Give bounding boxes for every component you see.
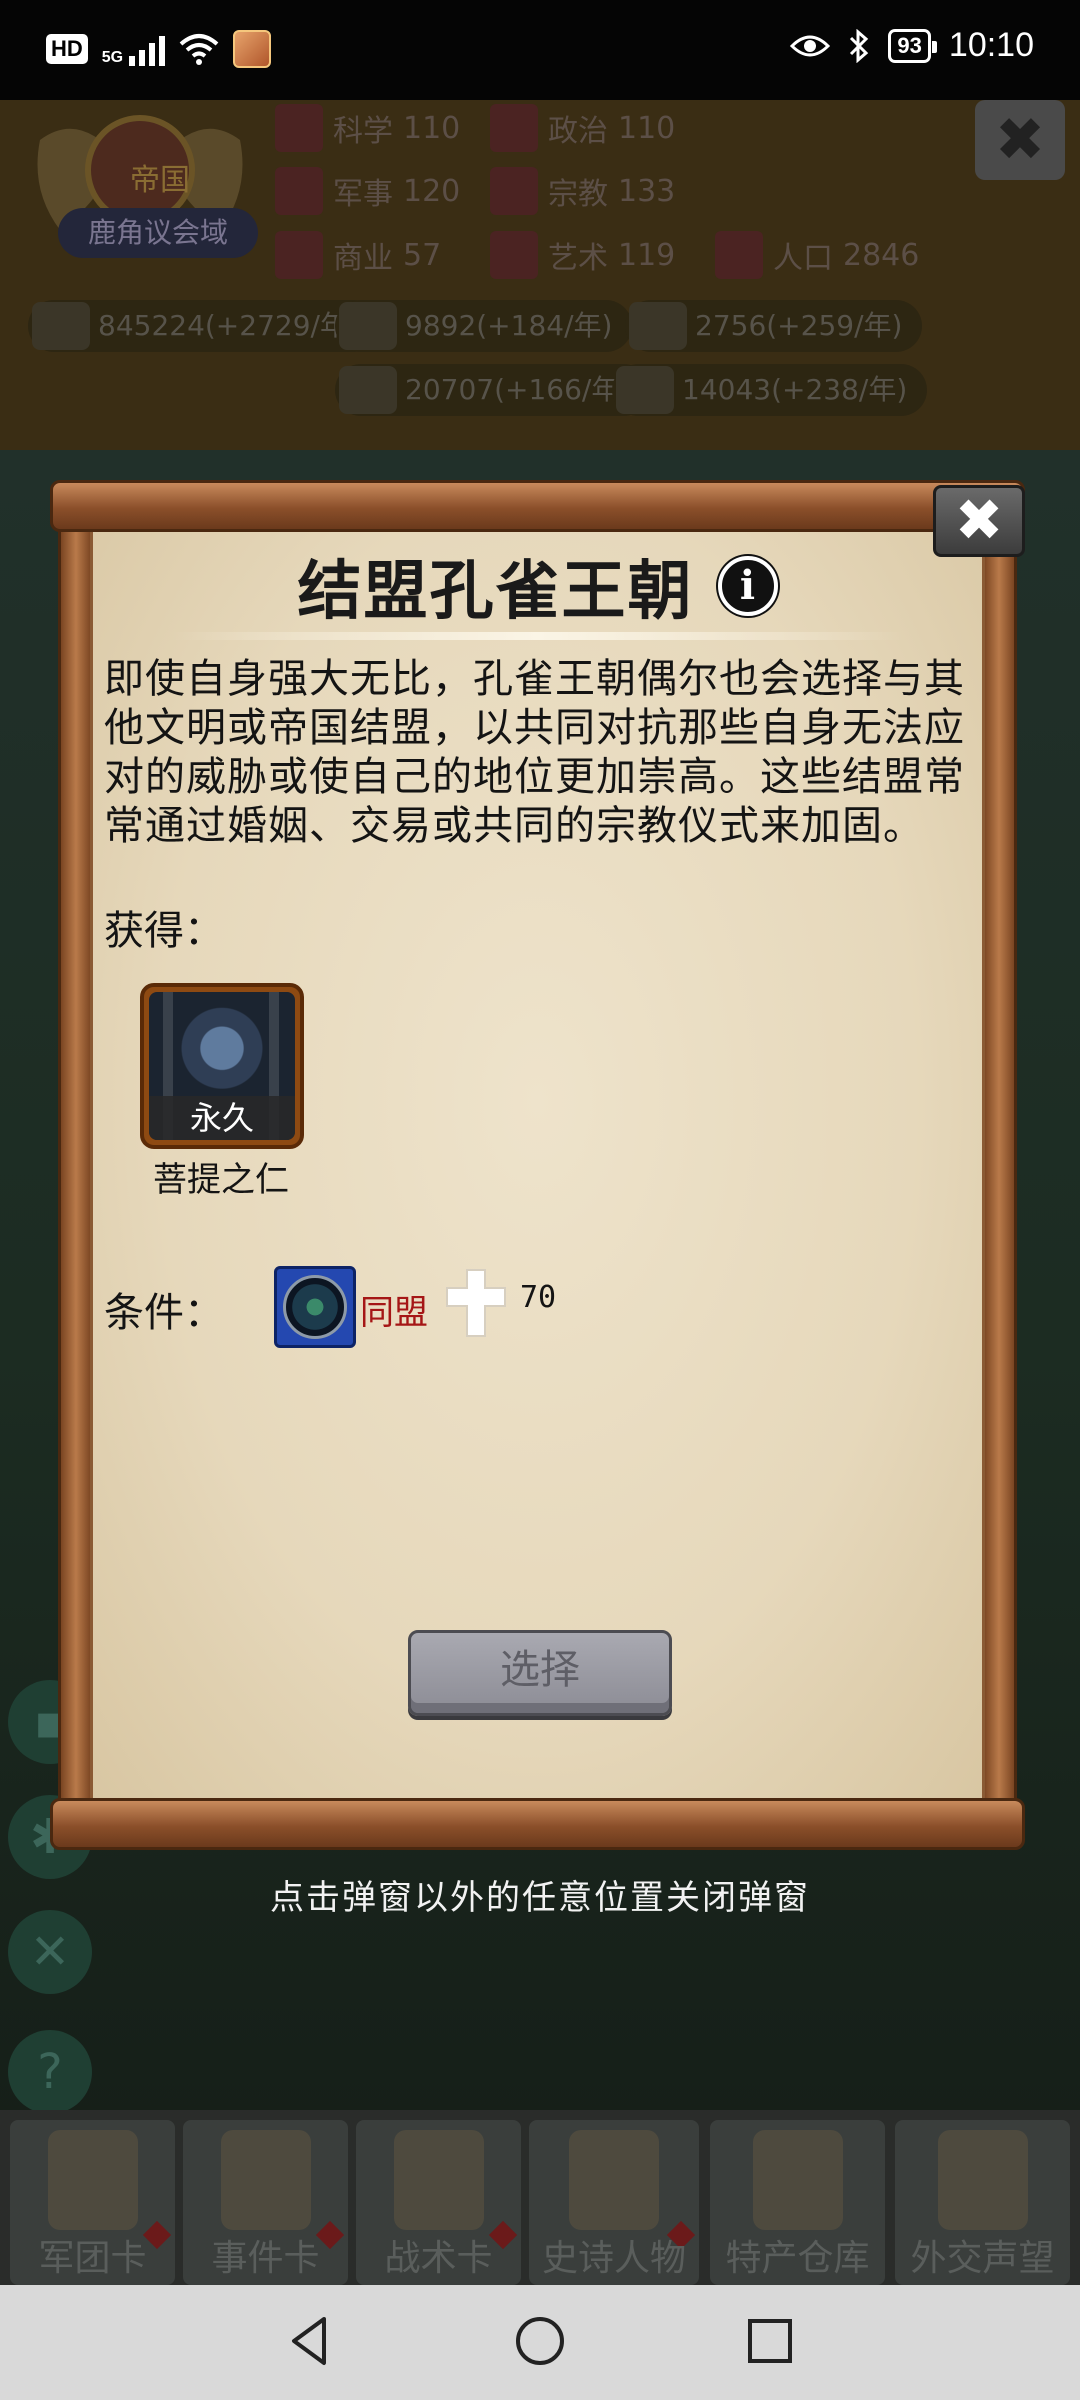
back-icon[interactable] [278, 2309, 342, 2373]
politics-icon [490, 104, 538, 152]
commerce-icon [275, 231, 323, 279]
info-icon[interactable]: i [717, 556, 778, 616]
scroll-rail-left [58, 510, 94, 1820]
mute-icon: ✕ [8, 1910, 92, 1994]
clock: 10:10 [948, 26, 1034, 64]
event-description: 即使自身强大无比，孔雀王朝偶尔也会选择与其他文明或帝国结盟，以共同对抗那些自身无… [104, 656, 965, 849]
swords-icon [393, 2130, 484, 2230]
tab-specialty-warehouse: 特产仓库 [710, 2120, 885, 2285]
bottom-card-tabs: 军团卡 事件卡 战术卡 史诗人物 特产仓库 外交声望 [0, 2110, 1080, 2290]
eye-icon [790, 35, 831, 56]
empire-title: 帝国 [130, 163, 190, 198]
bluetooth-icon [850, 28, 869, 63]
reward-label: 获得： [104, 908, 224, 954]
modal-header: 结盟孔雀王朝 i [50, 546, 1025, 629]
religion-cross-icon [446, 1269, 506, 1337]
resource-stone: 20707(+166/年) [335, 364, 651, 416]
empire-emblem: 帝国 鹿角议会域 [20, 100, 260, 270]
religion-requirement-value: 70 [520, 1280, 557, 1315]
tab-tactic-cards: 战术卡 [356, 2120, 521, 2285]
resource-wood: 9892(+184/年) [335, 300, 633, 352]
close-icon: ✖ [954, 486, 1004, 554]
condition-label: 条件： [104, 1290, 224, 1336]
empire-region: 鹿角议会域 [58, 208, 258, 258]
chest-icon [752, 2130, 843, 2230]
reward-duration-tag: 永久 [149, 1096, 295, 1140]
battery-indicator: 93 [888, 28, 938, 63]
envelope-icon [937, 2130, 1028, 2230]
stat-military: 军事 120 [275, 163, 460, 219]
notification-app-icon [233, 30, 272, 68]
dismiss-hint: 点击弹窗以外的任意位置关闭弹窗 [270, 1878, 810, 1918]
modal-title: 结盟孔雀王朝 [297, 555, 694, 629]
art-icon [490, 231, 538, 279]
empire-stats-panel: 帝国 鹿角议会域 科学 110 政治 110 军事 120 宗教 133 商业 57 艺术… [0, 100, 1080, 450]
scroll-rail-right [981, 510, 1017, 1820]
crown-icon [569, 2130, 659, 2230]
system-nav-bar [0, 2285, 1080, 2400]
help-icon: ? [8, 2030, 92, 2114]
reward-card[interactable]: 永久 [140, 983, 304, 1149]
stat-religion: 宗教 133 [490, 163, 675, 219]
reward-name: 菩提之仁 [153, 1160, 289, 1200]
title-divider [170, 632, 905, 640]
military-icon [275, 167, 323, 215]
scroll-rod-bottom [50, 1798, 1025, 1850]
stat-politics: 政治 110 [490, 100, 675, 156]
tab-event-cards: 事件卡 [183, 2120, 348, 2285]
alliance-icon[interactable] [274, 1266, 356, 1348]
scroll-rod-top [50, 480, 1025, 532]
select-button[interactable]: 选择 [408, 1630, 672, 1716]
iron-icon [629, 302, 687, 350]
alliance-condition-text: 同盟 [360, 1293, 428, 1333]
hd-badge: HD [46, 34, 88, 64]
cellular-signal-icon: 5G [102, 32, 166, 66]
wood-icon [339, 302, 397, 350]
stat-population: 人口 2846 [715, 227, 919, 283]
tab-legion-cards: 军团卡 [10, 2120, 175, 2285]
stat-science: 科学 110 [275, 100, 460, 156]
religion-icon [490, 167, 538, 215]
helmet-icon [47, 2130, 138, 2230]
alliance-event-modal: ✖ 结盟孔雀王朝 i 即使自身强大无比，孔雀王朝偶尔也会选择与其他文明或帝国结盟… [50, 480, 1025, 1850]
status-bar: HD 5G 93 10:10 [0, 0, 1080, 100]
resource-gold: 845224(+2729/年) [28, 300, 379, 352]
home-icon[interactable] [508, 2309, 572, 2373]
resource-meat: 14043(+238/年) [612, 364, 928, 416]
population-icon [715, 231, 763, 279]
meat-icon [616, 366, 674, 414]
science-icon [275, 104, 323, 152]
stone-icon [339, 366, 397, 414]
resource-iron: 2756(+259/年) [625, 300, 923, 352]
gold-icon [32, 302, 90, 350]
stat-commerce: 商业 57 [275, 227, 441, 283]
tab-epic-heroes: 史诗人物 [529, 2120, 699, 2285]
wifi-icon [179, 34, 219, 65]
reward-portrait: 永久 [149, 992, 295, 1140]
tab-diplomacy: 外交声望 [895, 2120, 1070, 2285]
background-close-icon: ✖ [975, 100, 1065, 180]
stat-art: 艺术 119 [490, 227, 675, 283]
recents-icon[interactable] [738, 2309, 802, 2373]
scroll-icon [220, 2130, 311, 2230]
